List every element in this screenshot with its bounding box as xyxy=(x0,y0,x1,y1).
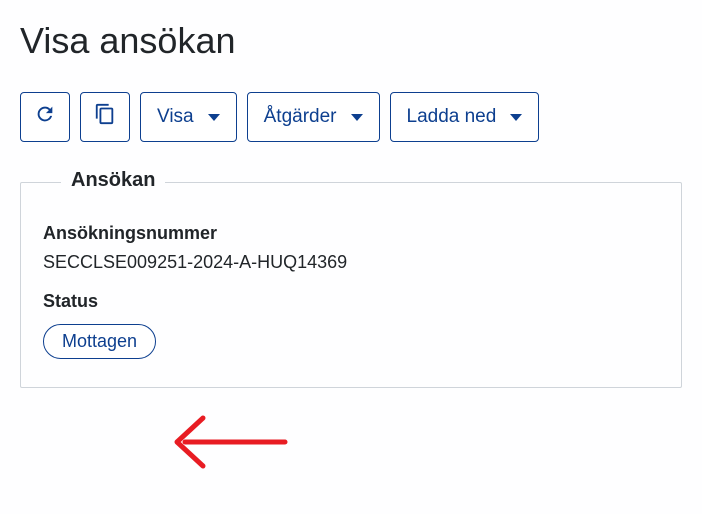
annotation-arrow xyxy=(165,404,295,474)
copy-icon xyxy=(94,103,116,131)
application-panel: Ansökan Ansökningsnummer SECCLSE009251-2… xyxy=(20,182,682,388)
application-number-value: SECCLSE009251-2024-A-HUQ14369 xyxy=(43,252,659,273)
chevron-down-icon xyxy=(510,114,522,121)
copy-button[interactable] xyxy=(80,92,130,142)
refresh-icon xyxy=(34,103,56,131)
download-dropdown[interactable]: Ladda ned xyxy=(390,92,540,142)
visa-dropdown[interactable]: Visa xyxy=(140,92,237,142)
page-title: Visa ansökan xyxy=(20,20,682,62)
download-dropdown-label: Ladda ned xyxy=(407,106,497,128)
status-badge[interactable]: Mottagen xyxy=(43,324,156,359)
refresh-button[interactable] xyxy=(20,92,70,142)
status-label: Status xyxy=(43,291,659,312)
panel-legend: Ansökan xyxy=(61,169,165,192)
status-field: Status Mottagen xyxy=(43,291,659,359)
application-number-label: Ansökningsnummer xyxy=(43,223,659,244)
application-number-field: Ansökningsnummer SECCLSE009251-2024-A-HU… xyxy=(43,223,659,273)
chevron-down-icon xyxy=(351,114,363,121)
actions-dropdown[interactable]: Åtgärder xyxy=(247,92,380,142)
chevron-down-icon xyxy=(208,114,220,121)
toolbar: Visa Åtgärder Ladda ned xyxy=(20,92,682,142)
actions-dropdown-label: Åtgärder xyxy=(264,106,337,128)
visa-dropdown-label: Visa xyxy=(157,106,194,128)
